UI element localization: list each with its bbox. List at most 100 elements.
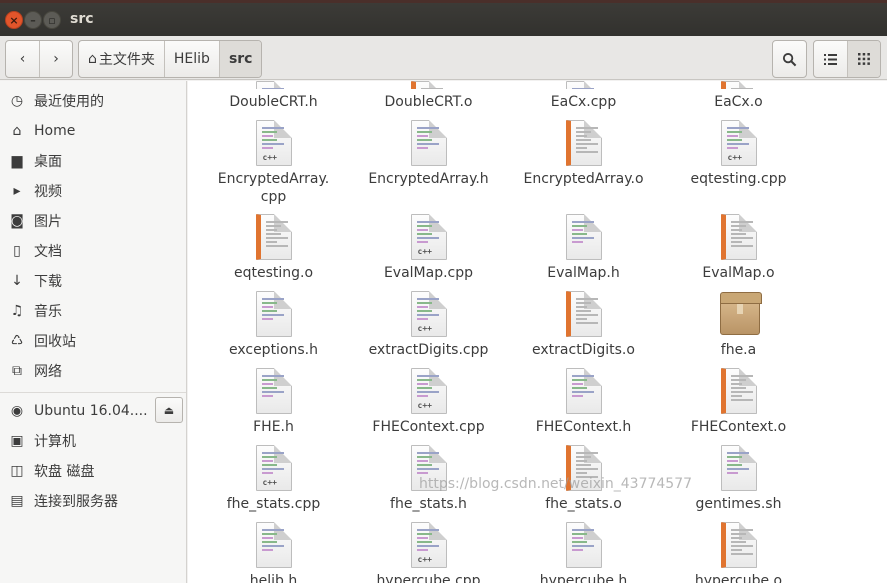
file-icon-wrap — [410, 81, 448, 89]
file-item[interactable]: FHE.h — [196, 368, 351, 436]
maximize-window-button[interactable]: ▫ — [43, 11, 61, 29]
breadcrumb-helib[interactable]: HElib — [163, 41, 219, 77]
file-item[interactable]: EvalMap.h — [506, 214, 661, 282]
file-item[interactable]: c++ FHEContext.cpp — [351, 368, 506, 436]
file-item[interactable]: c++ eqtesting.cpp — [661, 120, 816, 188]
sidebar-item-music[interactable]: ♫ 音乐 — [0, 298, 186, 324]
file-name: extractDigits.o — [532, 342, 635, 358]
file-item[interactable]: FHEContext.o — [661, 368, 816, 436]
view-mode-buttons — [813, 40, 881, 78]
file-item[interactable]: c++ hypercube.cpp — [351, 522, 506, 583]
sidebar-item-videos[interactable]: ▸ 视频 — [0, 178, 186, 204]
folder-icon: ▆ — [11, 153, 23, 169]
sidebar-item-home[interactable]: ⌂ Home — [0, 118, 186, 144]
clock-icon: ◷ — [10, 93, 24, 109]
file-icon-wrap: c++ — [410, 368, 448, 414]
sidebar-item-label: 网络 — [34, 364, 62, 380]
object-file-icon — [410, 81, 447, 89]
minimize-window-button[interactable]: – — [24, 11, 42, 29]
file-icon-wrap: c++ — [255, 120, 293, 166]
cpp-file-icon: c++ — [410, 368, 447, 414]
file-item[interactable]: c++ extractDigits.cpp — [351, 291, 506, 359]
file-name: fhe_stats.o — [545, 496, 622, 512]
file-item[interactable]: c++ EncryptedArray. cpp — [196, 120, 351, 206]
file-name: EvalMap.h — [547, 265, 620, 281]
watermark: https://blog.csdn.net/weixin_43774577 — [419, 476, 693, 492]
cpp-file-icon: c++ — [720, 120, 757, 166]
file-name: DoubleCRT.o — [384, 94, 473, 110]
sidebar-item-label: 文档 — [34, 244, 62, 260]
file-name: EncryptedArray.o — [523, 171, 644, 187]
file-icon-wrap — [720, 522, 758, 568]
file-item[interactable]: EaCx.o — [661, 81, 816, 111]
file-item[interactable]: DoubleCRT.o — [351, 81, 506, 111]
search-button[interactable] — [772, 40, 807, 78]
sidebar-item-connect-server[interactable]: ▤ 连接到服务器 — [0, 488, 186, 514]
disc-icon: ◉ — [10, 403, 24, 419]
file-item[interactable]: c++ EaCx.cpp — [506, 81, 661, 111]
grid-view-button[interactable] — [847, 41, 880, 77]
file-icon-wrap — [719, 291, 762, 337]
object-file-icon — [565, 291, 602, 337]
file-icon-wrap: c++ — [255, 445, 293, 491]
file-item[interactable]: EncryptedArray.h — [351, 120, 506, 188]
file-icon-wrap — [720, 81, 758, 89]
file-item[interactable]: EvalMap.o — [661, 214, 816, 282]
file-name: EvalMap.cpp — [383, 265, 474, 281]
file-item[interactable]: c++ EvalMap.cpp — [351, 214, 506, 282]
object-file-icon — [255, 214, 292, 260]
file-item[interactable]: EncryptedArray.o — [506, 120, 661, 188]
sidebar-item-desktop[interactable]: ▆ 桌面 — [0, 148, 186, 174]
cpp-file-icon: c++ — [565, 81, 602, 89]
forward-button[interactable]: › — [39, 41, 72, 77]
eject-button[interactable]: ⏏ — [155, 397, 183, 423]
header-file-icon — [565, 214, 602, 260]
file-icon-wrap — [720, 445, 758, 491]
file-item[interactable]: c++ fhe_stats.cpp — [196, 445, 351, 513]
file-name: EncryptedArray. cpp — [217, 171, 330, 205]
file-item[interactable]: hypercube.o — [661, 522, 816, 583]
sidebar-item-label: 最近使用的 — [34, 94, 104, 110]
file-item[interactable]: FHEContext.h — [506, 368, 661, 436]
sidebar-item-trash[interactable]: ♺ 回收站 — [0, 328, 186, 354]
sidebar-item-pictures[interactable]: ◙ 图片 — [0, 208, 186, 234]
sidebar-divider — [0, 392, 186, 393]
archive-icon — [719, 292, 762, 335]
file-item[interactable]: exceptions.h — [196, 291, 351, 359]
breadcrumb-src[interactable]: src — [218, 41, 262, 77]
file-item[interactable]: extractDigits.o — [506, 291, 661, 359]
file-icon-wrap: c++ — [410, 291, 448, 337]
file-icon-wrap — [565, 214, 603, 260]
sidebar-item-downloads[interactable]: ↓ 下载 — [0, 268, 186, 294]
file-item[interactable]: eqtesting.o — [196, 214, 351, 282]
sidebar-item-label: 桌面 — [34, 154, 62, 170]
file-item[interactable]: hypercube.h — [506, 522, 661, 583]
file-name: FHE.h — [253, 419, 294, 435]
file-item[interactable]: fhe.a — [661, 291, 816, 359]
sidebar-item-recent[interactable]: ◷ 最近使用的 — [0, 88, 186, 114]
object-file-icon — [720, 368, 757, 414]
grid-view-icon — [858, 53, 870, 65]
header-file-icon — [255, 522, 292, 568]
sidebar-item-network[interactable]: ⧉ 网络 — [0, 358, 186, 384]
file-icon-wrap: c++ — [410, 522, 448, 568]
back-button[interactable]: ‹ — [6, 41, 39, 77]
list-view-button[interactable] — [814, 41, 847, 77]
file-name: hypercube.cpp — [376, 573, 481, 583]
file-name: hypercube.h — [539, 573, 628, 583]
breadcrumb-home[interactable]: ⌂ 主文件夹 — [79, 41, 164, 77]
file-name: EaCx.cpp — [550, 94, 617, 110]
file-name: eqtesting.cpp — [690, 171, 787, 187]
file-item[interactable]: DoubleCRT.h — [196, 81, 351, 111]
file-icon-wrap: c++ — [410, 214, 448, 260]
file-icon-wrap — [255, 81, 293, 89]
file-item[interactable]: helib.h — [196, 522, 351, 583]
object-file-icon — [565, 120, 602, 166]
network-icon: ⧉ — [12, 363, 22, 379]
sidebar-item-floppy[interactable]: ◫ 软盘 磁盘 — [0, 458, 186, 484]
sidebar-item-label: 软盘 磁盘 — [34, 464, 95, 480]
sidebar-item-documents[interactable]: ▯ 文档 — [0, 238, 186, 264]
close-window-button[interactable]: × — [5, 11, 23, 29]
sidebar-item-computer[interactable]: ▣ 计算机 — [0, 428, 186, 454]
file-name: DoubleCRT.h — [229, 94, 318, 110]
